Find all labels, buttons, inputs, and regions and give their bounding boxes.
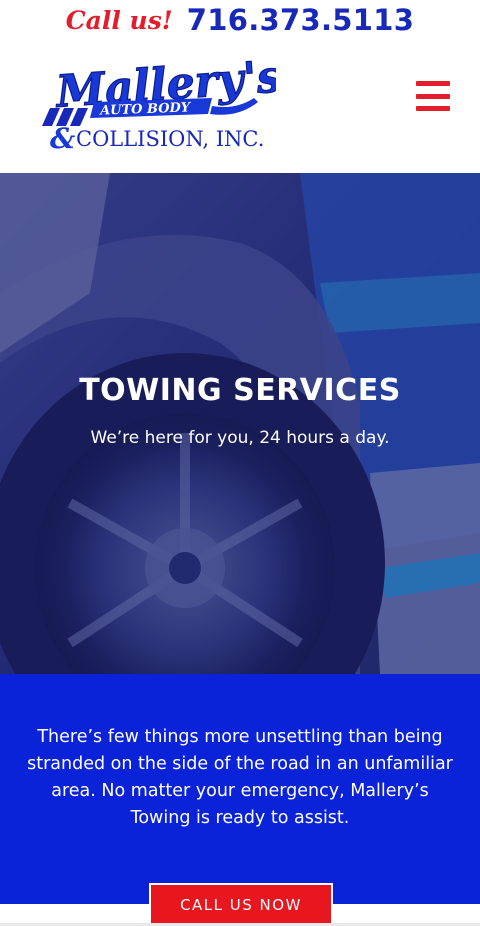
menu-bar-middle	[416, 93, 450, 99]
logo-ampersand: &	[50, 122, 75, 155]
intro-text: There’s few things more unsettling than …	[27, 727, 453, 828]
call-us-label: Call us!	[65, 5, 173, 35]
hero-title: TOWING SERVICES	[79, 373, 401, 408]
company-logo[interactable]: Mallery's AUTO BODY & COLLISION, INC.	[36, 44, 276, 156]
company-logo-graphic: Mallery's AUTO BODY & COLLISION, INC.	[42, 51, 276, 155]
hero-overlay	[0, 173, 480, 674]
hero-banner: TOWING SERVICES We’re here for you, 24 h…	[0, 173, 480, 674]
hamburger-menu-icon[interactable]	[416, 81, 450, 111]
call-bar: Call us! 716.373.5113	[0, 0, 480, 40]
menu-bar-bottom	[416, 106, 450, 111]
menu-bar-top	[416, 81, 450, 86]
phone-number-link[interactable]: 716.373.5113	[187, 3, 414, 37]
intro-section: There’s few things more unsettling than …	[0, 674, 480, 904]
site-header: Mallery's AUTO BODY & COLLISION, INC.	[0, 40, 480, 173]
logo-line2: COLLISION, INC.	[76, 127, 264, 151]
hero-subtitle: We’re here for you, 24 hours a day.	[90, 428, 390, 448]
call-us-now-button[interactable]: CALL US NOW	[149, 883, 333, 926]
logo-line1: AUTO BODY	[98, 100, 192, 118]
